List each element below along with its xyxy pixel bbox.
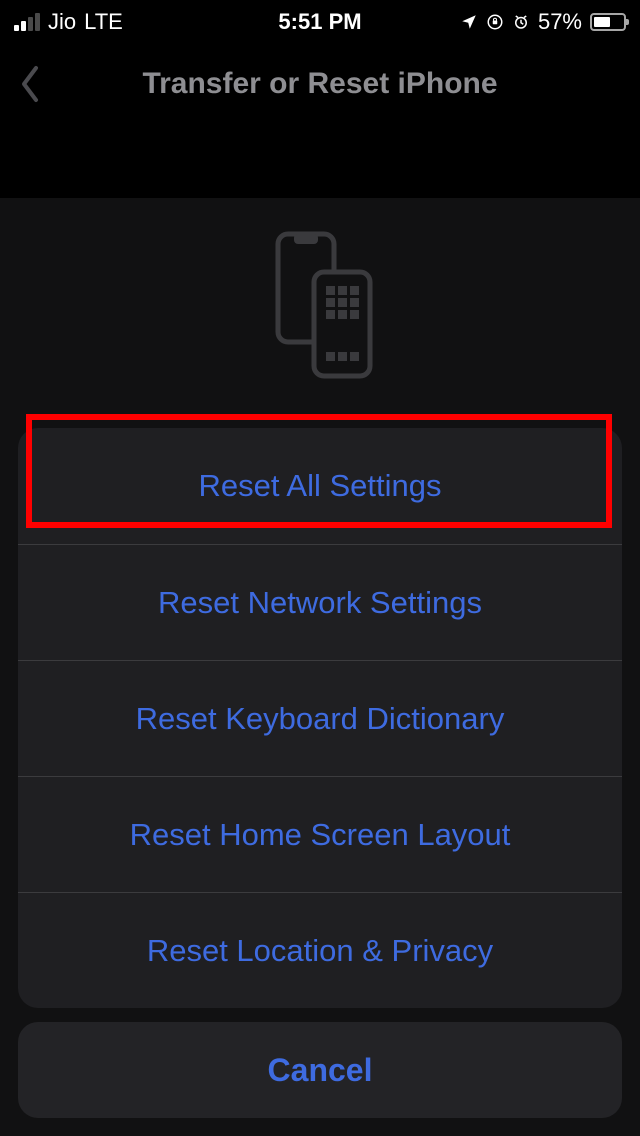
reset-all-settings-button[interactable]: Reset All Settings	[18, 428, 622, 544]
reset-keyboard-dictionary-button[interactable]: Reset Keyboard Dictionary	[18, 660, 622, 776]
action-sheet: Reset All Settings Reset Network Setting…	[18, 428, 622, 1118]
cancel-button[interactable]: Cancel	[18, 1022, 622, 1118]
reset-network-settings-button[interactable]: Reset Network Settings	[18, 544, 622, 660]
reset-home-screen-layout-button[interactable]: Reset Home Screen Layout	[18, 776, 622, 892]
reset-location-privacy-button[interactable]: Reset Location & Privacy	[18, 892, 622, 1008]
sheet-group: Reset All Settings Reset Network Setting…	[18, 428, 622, 1008]
